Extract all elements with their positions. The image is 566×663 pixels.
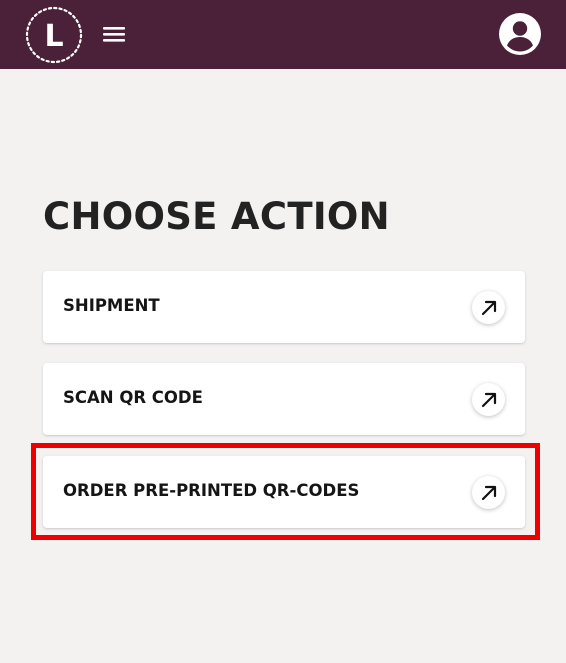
user-avatar-icon: [499, 13, 541, 55]
action-card-order-pre-printed-qr-codes[interactable]: ORDER PRE-PRINTED QR-CODES: [43, 456, 525, 528]
hamburger-menu-icon: [103, 27, 125, 42]
action-label: SHIPMENT: [63, 296, 160, 315]
action-label: ORDER PRE-PRINTED QR-CODES: [63, 481, 360, 500]
logo-icon: L: [25, 6, 83, 64]
action-card-scan-qr-code[interactable]: SCAN QR CODE: [43, 363, 525, 435]
arrow-up-right-icon[interactable]: [472, 383, 505, 416]
arrow-up-right-icon[interactable]: [472, 476, 505, 509]
action-card-shipment[interactable]: SHIPMENT: [43, 271, 525, 343]
arrow-up-right-icon[interactable]: [472, 291, 505, 324]
action-label: SCAN QR CODE: [63, 388, 203, 407]
logo[interactable]: L: [25, 6, 83, 64]
logo-letter: L: [44, 19, 63, 54]
top-bar: L: [0, 0, 566, 69]
hamburger-menu-button[interactable]: [100, 20, 128, 48]
page-title: CHOOSE ACTION: [43, 195, 390, 238]
user-profile-button[interactable]: [498, 12, 542, 56]
